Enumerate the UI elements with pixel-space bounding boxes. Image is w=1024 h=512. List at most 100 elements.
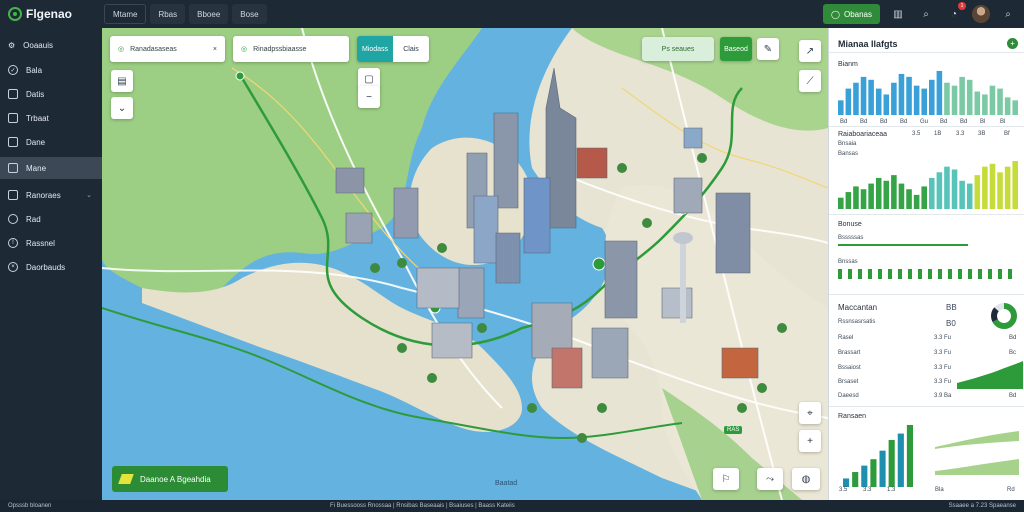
chart-bar — [853, 82, 859, 115]
chart-bar — [853, 186, 859, 209]
sidebar-item-3[interactable]: Datis — [0, 83, 102, 105]
chart-bar — [891, 175, 897, 209]
collapse-tool[interactable]: ⌄ — [111, 97, 133, 119]
metric-row-name: Daeesd — [838, 393, 859, 399]
top-actions: ◯ Obanas ▥ ⌕ ◔ 1 ⌕ — [823, 2, 1018, 24]
chart-bar — [845, 88, 852, 115]
section-label: Raiaboariaceaa — [838, 131, 888, 138]
chart-bar — [888, 439, 895, 487]
compass-tool[interactable]: ↗ — [799, 40, 821, 62]
global-search-button[interactable]: ⌕ — [998, 4, 1018, 24]
active-badge[interactable]: Baseod — [720, 37, 752, 61]
search-icon: ⌕ — [923, 8, 929, 20]
map-icon — [8, 163, 18, 173]
document-icon — [8, 113, 18, 123]
square-icon: ▢ — [364, 73, 374, 85]
chart-bar — [1004, 97, 1011, 115]
progress-line — [838, 244, 968, 246]
sidebar-item-5[interactable]: Dane — [0, 131, 102, 153]
sidebar-item-2[interactable]: ✓ Bala — [0, 59, 102, 81]
chart-tick-label: Bd — [900, 119, 907, 125]
chart-tick-label: Bd — [880, 119, 887, 125]
chart-bar — [921, 88, 927, 115]
distribution-chart — [838, 161, 1018, 209]
status-badge: Ps seaues — [642, 37, 714, 61]
metric-row-value: 3.3 Fu — [934, 335, 952, 341]
metric-row-value: 3.3 Fu — [934, 365, 952, 371]
map-action-3[interactable]: ◍ — [792, 468, 820, 490]
notifications-button[interactable]: ◔ 1 — [944, 2, 966, 24]
metric-row-name: Rssnsasrsatis — [838, 319, 876, 325]
metric-row-name: Brsaset — [838, 379, 859, 385]
chart-bar — [897, 433, 904, 487]
search-button[interactable]: ⌕ — [916, 4, 936, 24]
chart-icon — [8, 190, 18, 200]
map-action-1[interactable]: ⚐ — [713, 468, 739, 490]
locate-tool[interactable]: ⌖ — [799, 402, 821, 424]
mode-button-2[interactable]: Clais — [393, 36, 429, 62]
app-name: Flgenao — [26, 7, 73, 21]
sidebar-item-8[interactable]: Rad — [0, 208, 102, 230]
topnav-item-3[interactable]: Bboee — [189, 4, 229, 24]
search-icon: ◎ — [118, 46, 125, 53]
sidebar-item-reports[interactable]: Ranoraes ⌄ — [0, 184, 102, 206]
zoom-tool[interactable]: + — [799, 430, 821, 452]
top-nav: Mtame Rbas Bboee Bose — [104, 4, 267, 24]
metric-row-value: 3.9 Ba — [934, 393, 952, 399]
topnav-item-4[interactable]: Bose — [232, 4, 267, 24]
sidebar-item-overview[interactable]: ⚙ Ooaauis — [0, 34, 102, 56]
route-search[interactable]: ◎ Rinadpssbiaasse — [233, 36, 349, 62]
sidebar-item-10[interactable]: × Daorbauds — [0, 256, 102, 278]
chevron-icon: ⌄ — [117, 102, 127, 114]
sidebar-item-map[interactable]: Mane — [0, 157, 102, 179]
map-action-2[interactable]: ⤳ — [757, 468, 783, 490]
layers-tool[interactable]: ▤ — [111, 70, 133, 92]
insights-panel: Mianaa Ilafgts + Bianm Bd Bd Bd Bd Gu Bd Bd Bl B… — [828, 28, 1024, 500]
primary-action-button[interactable]: ◯ Obanas — [823, 4, 880, 24]
legend-label: Daanoe A Bgeahdia — [140, 474, 211, 484]
scale-label: Baatad — [495, 480, 518, 487]
legend-button[interactable]: Daanoe A Bgeahdia — [112, 466, 228, 492]
row-label-2: Bnssas — [838, 259, 858, 265]
plus-icon: + — [1010, 39, 1015, 48]
sidebar-item-9[interactable]: ! Rassnel — [0, 232, 102, 254]
footer-right: Ssaaee a 7.23 Spaeanse — [948, 503, 1016, 509]
metric-row-extra: Bd — [1009, 393, 1017, 399]
status-circle-icon: ◯ — [831, 9, 840, 19]
avatar[interactable] — [972, 5, 990, 23]
draw-tool[interactable]: ✎ — [757, 38, 779, 60]
chart-bar — [982, 94, 988, 115]
status-bar: Opsssb bloanen Fi Buessooss Rnossaa | Rn… — [0, 500, 1024, 512]
metric-1: 3.5 — [912, 131, 921, 137]
topnav-item-2[interactable]: Rbas — [150, 4, 186, 24]
close-circle-icon: × — [8, 262, 18, 272]
chart-bar — [921, 186, 927, 209]
sub-label-1: Bnsaia — [838, 141, 857, 147]
chart-bar — [843, 478, 850, 487]
chart-bar — [898, 183, 905, 209]
section-ranking: Ransaen 3.5 3.3 1.3 Bla Rd — [829, 406, 1024, 500]
panel-add-button[interactable]: + — [1007, 38, 1018, 49]
chart-bar — [936, 71, 943, 115]
sidebar-item-4[interactable]: Trbaat — [0, 107, 102, 129]
chart-bar — [997, 88, 1003, 115]
close-icon[interactable]: × — [213, 46, 217, 53]
metric-row-extra: Bc — [1009, 350, 1017, 356]
sidebar-item-label: Ooaauis — [23, 40, 53, 50]
sidebar-item-label: Mane — [26, 163, 47, 173]
chart-bar — [852, 472, 859, 487]
bookmark-button[interactable]: ▥ — [888, 4, 908, 24]
map-canvas[interactable]: ◎ Ranadasaseas × ◎ Rinadpssbiaasse Mioda… — [102, 28, 828, 500]
topnav-item-1[interactable]: Mtame — [104, 4, 147, 24]
flag-icon: ⚐ — [721, 473, 731, 485]
metric-row-name: Brassart — [838, 350, 861, 356]
metrics-area-chart — [957, 361, 1023, 389]
location-search[interactable]: ◎ Ranadasaseas × — [110, 36, 225, 62]
chart-tick-label: Bd — [860, 119, 867, 125]
app-logo[interactable]: Flgenao — [8, 5, 72, 23]
chart-bar — [875, 88, 882, 115]
minus-tool[interactable]: − — [358, 86, 380, 108]
mode-button-1[interactable]: Miodass — [357, 36, 393, 62]
measure-tool[interactable]: ⟋ — [799, 70, 821, 92]
metric-row-extra: Bd — [1009, 335, 1017, 341]
